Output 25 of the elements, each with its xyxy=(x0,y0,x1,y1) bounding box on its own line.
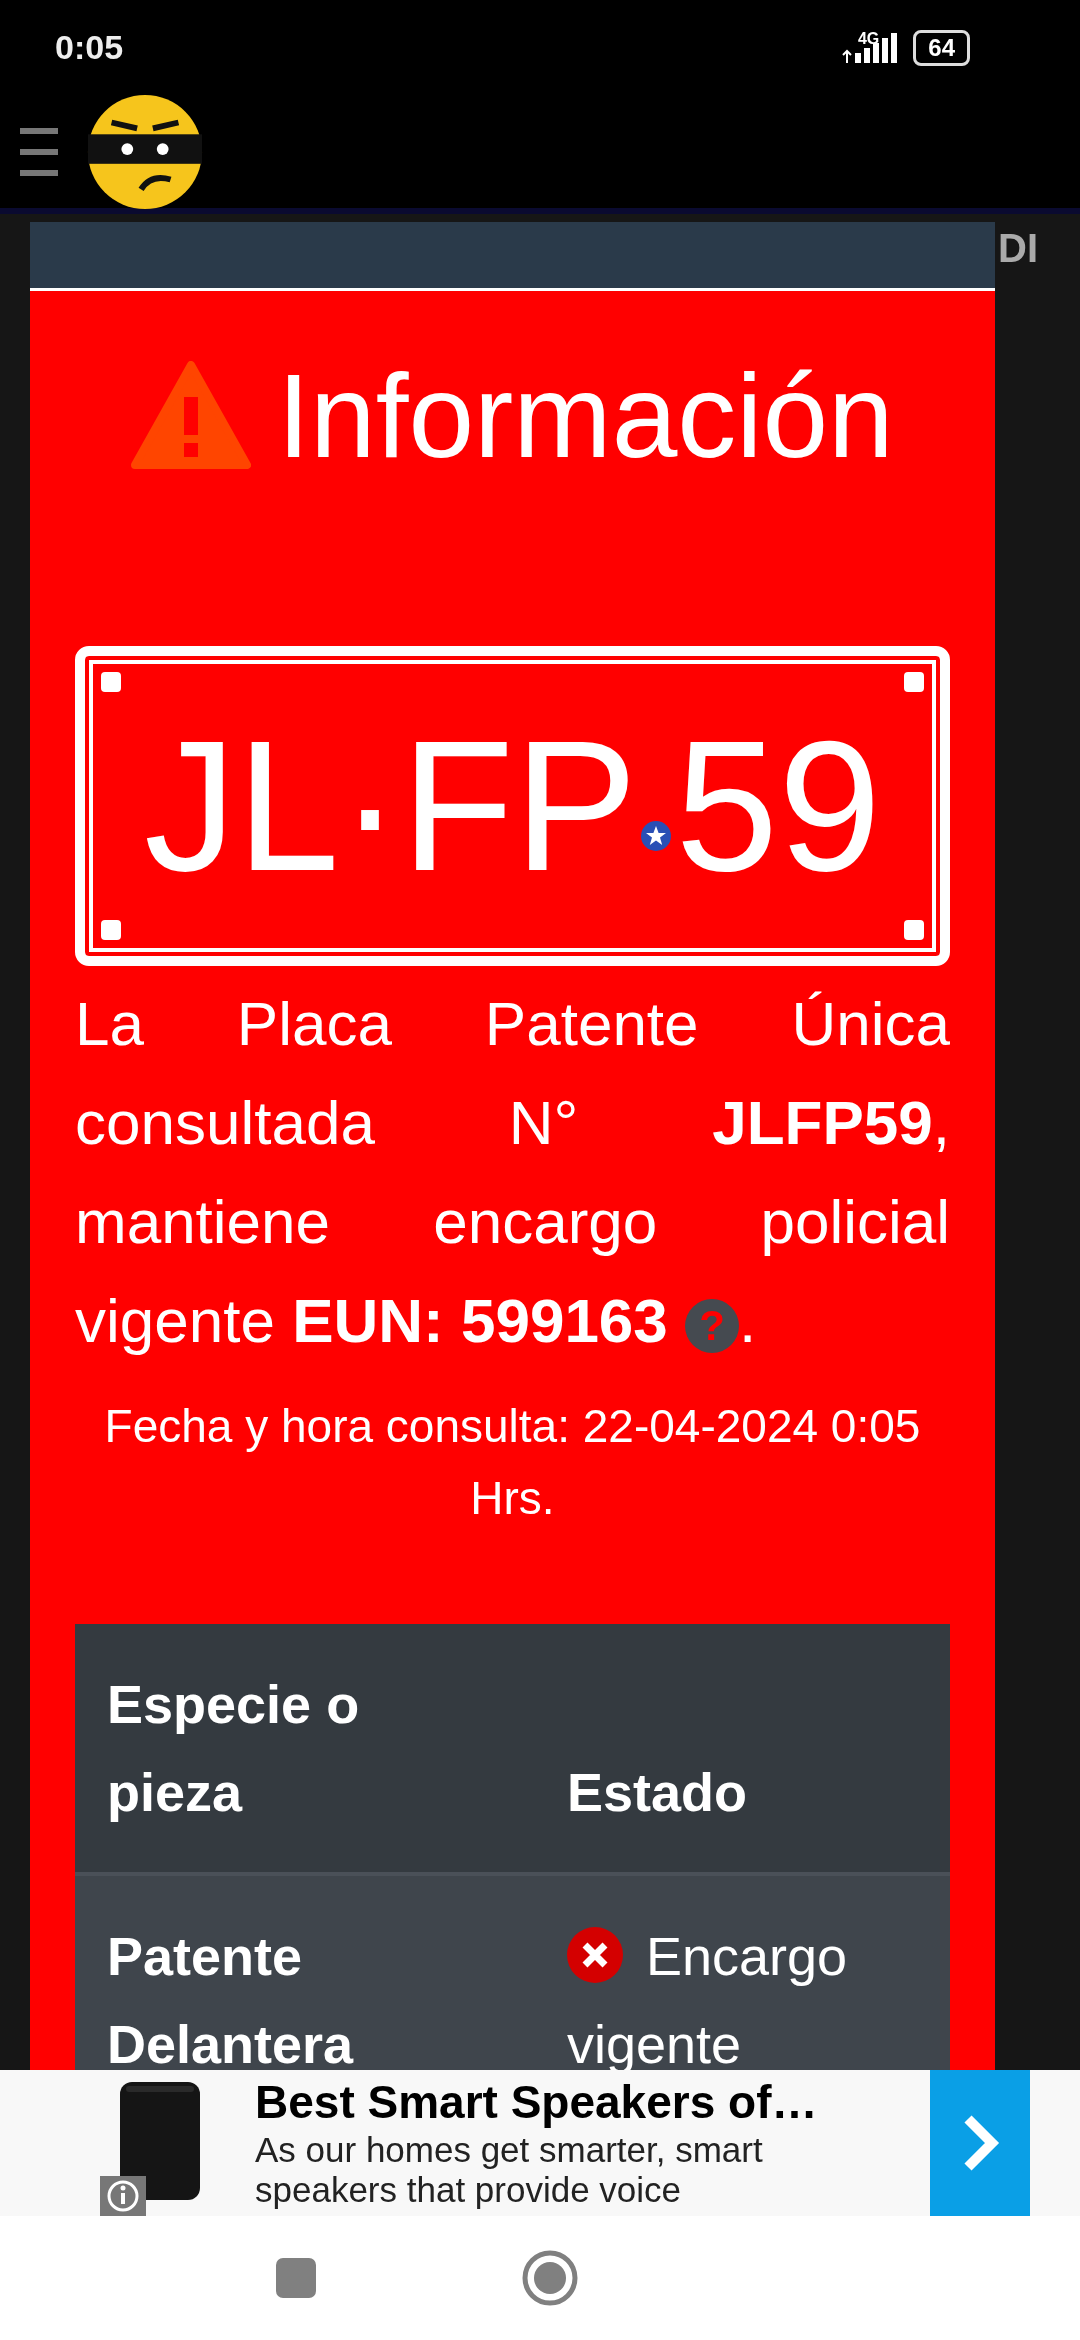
ad-open-button[interactable] xyxy=(930,2070,1030,2216)
menu-icon[interactable] xyxy=(20,127,58,176)
network-type: 4G xyxy=(857,29,880,48)
ad-banner[interactable]: Best Smart Speakers of… As our homes get smarter, smart speakers that provide voice xyxy=(0,2070,1080,2216)
logo-text: DI xyxy=(998,226,1038,271)
bolt-icon xyxy=(904,672,924,692)
info-icon[interactable] xyxy=(100,2176,146,2216)
bolt-icon xyxy=(904,920,924,940)
column-header: Estado xyxy=(567,1761,749,1824)
plate-text: 59 xyxy=(675,713,882,899)
status-time: 0:05 xyxy=(55,28,124,67)
recents-icon[interactable] xyxy=(276,2258,316,2298)
bolt-icon xyxy=(101,672,121,692)
home-icon[interactable] xyxy=(522,2250,578,2306)
query-timestamp: Fecha y hora consulta: 22-04-2024 0:05 Hrs. xyxy=(103,1399,922,1526)
heading: Información xyxy=(277,349,894,484)
bolt-icon xyxy=(101,920,121,940)
ad-description: As our homes get smarter, smart speakers that provide voice xyxy=(255,2130,764,2210)
masked-emoji-icon[interactable] xyxy=(86,92,204,211)
battery-indicator: 64 xyxy=(913,29,970,66)
warning-icon xyxy=(131,361,252,471)
message-text: La Placa Patente Única consultada N° JLFP59, mantiene encargo policial vigente EUN: 599163 ? . xyxy=(75,988,950,1357)
plate-text: JL·FP xyxy=(143,713,638,899)
column-header: Especie o pieza xyxy=(107,1673,361,1824)
ad-title[interactable]: Best Smart Speakers of… xyxy=(255,2074,905,2130)
